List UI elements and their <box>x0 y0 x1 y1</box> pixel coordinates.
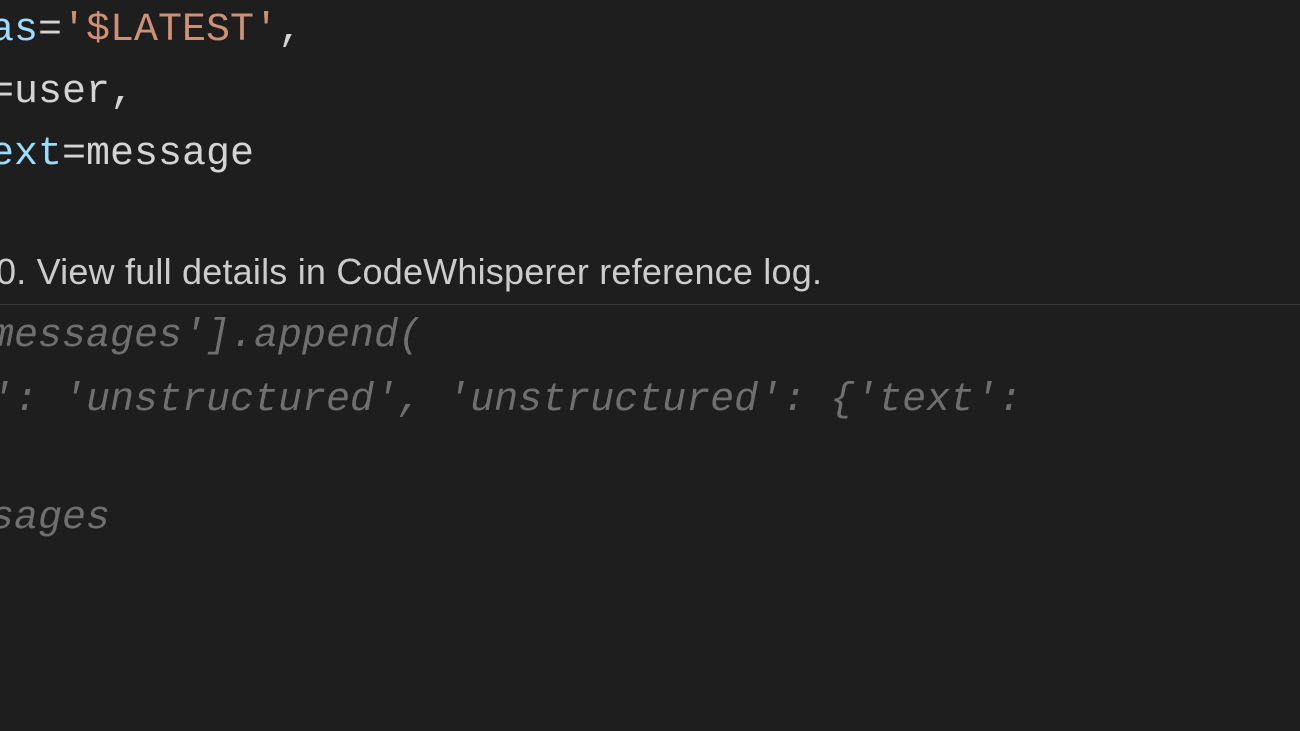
token-operator: = <box>0 70 14 115</box>
token-punct: , <box>110 70 134 115</box>
hint-text: 0. View full details in CodeWhisperer re… <box>0 251 822 292</box>
ghost-suggestion-line-2[interactable]: ': 'unstructured', 'unstructured': {'tex… <box>0 370 1300 432</box>
code-line-1[interactable]: as='$LATEST', <box>0 0 1300 62</box>
code-line-2[interactable]: =user, <box>0 62 1300 124</box>
codewhisperer-hint[interactable]: 0. View full details in CodeWhisperer re… <box>0 244 1300 305</box>
token-param: as <box>0 8 38 53</box>
token-operator: = <box>62 132 86 177</box>
code-line-3[interactable]: ext=message <box>0 124 1300 186</box>
token-punct: , <box>278 8 302 53</box>
ghost-suggestion-line-1[interactable]: messages'].append( <box>0 305 1300 368</box>
token-identifier: message <box>86 132 254 177</box>
code-editor[interactable]: as='$LATEST', =user, ext=message 0. View… <box>0 0 1300 731</box>
token-string: '$LATEST' <box>62 8 278 53</box>
token-identifier: user <box>14 70 110 115</box>
token-param: ext <box>0 132 62 177</box>
ghost-suggestion-line-3[interactable]: sages <box>0 488 1300 550</box>
token-operator: = <box>38 8 62 53</box>
